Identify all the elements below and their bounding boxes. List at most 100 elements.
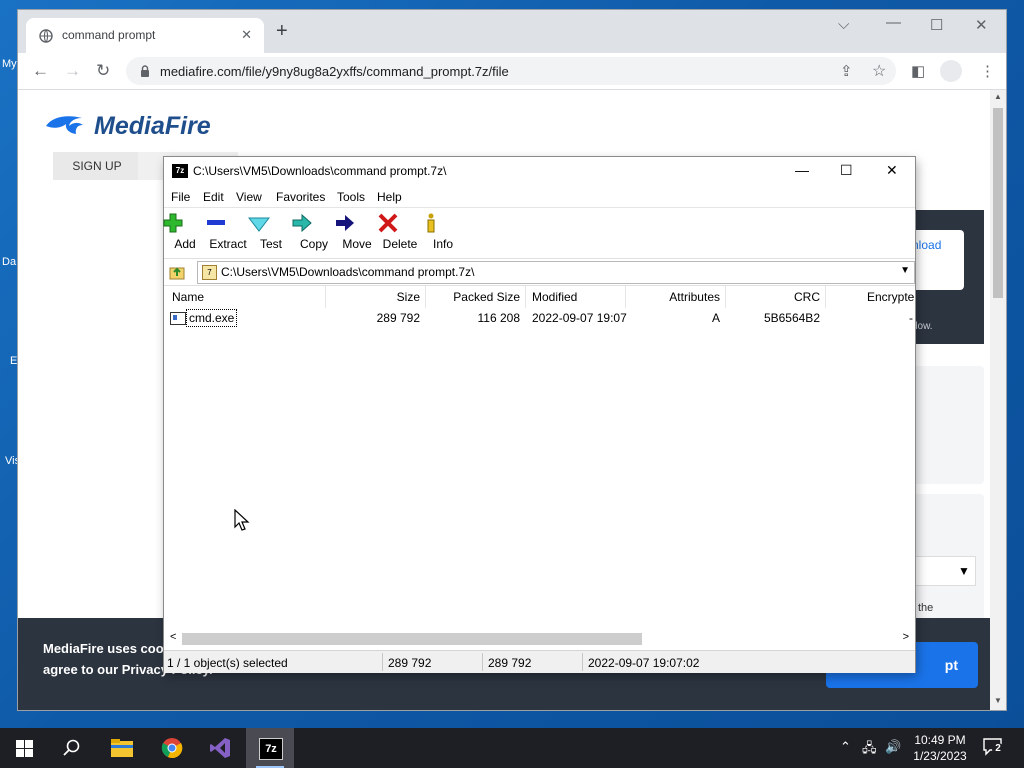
chrome-icon [161, 738, 183, 758]
column-divider[interactable] [725, 286, 726, 308]
download-button-label[interactable]: nload [912, 238, 941, 252]
move-button[interactable]: Move [334, 212, 380, 256]
desktop-icon-label[interactable]: Da [2, 256, 16, 268]
horizontal-scrollbar[interactable]: < > [164, 630, 915, 647]
scrollbar-thumb[interactable] [993, 108, 1003, 298]
column-divider[interactable] [825, 286, 826, 308]
visual-studio-icon [210, 738, 230, 758]
system-clock[interactable]: 10:49 PM 1/23/2023 [900, 732, 980, 764]
file-attributes: A [711, 311, 720, 325]
tool-label: Extract [209, 237, 247, 251]
sign-up-button[interactable]: SIGN UP [53, 152, 141, 180]
path-text[interactable]: C:\Users\VM5\Downloads\command prompt.7z… [221, 265, 474, 279]
7zip-app-icon: 7z [172, 164, 188, 178]
taskbar-7zip[interactable]: 7z [246, 728, 294, 768]
network-icon[interactable]: 🖧 [862, 739, 877, 761]
test-button[interactable]: Test [248, 212, 294, 256]
maximize-icon[interactable]: ☐ [840, 162, 853, 179]
column-name[interactable]: Name [172, 290, 204, 304]
menu-edit[interactable]: Edit [203, 190, 224, 204]
desktop-icon-label[interactable]: E [10, 355, 17, 367]
menu-help[interactable]: Help [377, 190, 402, 204]
7zip-icon: 7z [259, 738, 283, 760]
add-button[interactable]: Add [162, 212, 208, 256]
tool-label: Info [432, 237, 453, 251]
column-size[interactable]: Size [397, 290, 420, 304]
notification-center-icon[interactable]: 2 [983, 738, 1004, 756]
chevron-down-icon[interactable]: ▼ [900, 265, 910, 276]
scroll-right-icon[interactable]: > [903, 631, 909, 643]
url-text[interactable]: mediafire.com/file/y9ny8ug8a2yxffs/comma… [160, 64, 509, 79]
column-divider[interactable] [625, 286, 626, 308]
archive-icon: 7 [202, 265, 217, 280]
column-encrypted[interactable]: Encrypte [867, 290, 914, 304]
table-row[interactable]: cmd.exe 289 792 116 208 2022-09-07 19:07… [164, 308, 915, 328]
mediafire-flame-icon [46, 116, 83, 134]
scrollbar-thumb[interactable] [182, 633, 642, 645]
reload-icon[interactable]: ↻ [96, 61, 110, 81]
column-divider[interactable] [325, 286, 326, 308]
7zip-titlebar[interactable]: 7z C:\Users\VM5\Downloads\command prompt… [164, 157, 915, 187]
7zip-toolbar: Add Extract Test Copy Move Delete Info [162, 207, 915, 258]
profile-avatar[interactable] [940, 60, 962, 82]
desktop-icon-label[interactable]: My [2, 58, 17, 70]
forward-icon[interactable]: → [64, 61, 81, 81]
extract-icon [207, 220, 225, 225]
taskbar-chrome[interactable] [148, 728, 196, 768]
column-modified[interactable]: Modified [532, 290, 577, 304]
status-selected: 1 / 1 object(s) selected [167, 656, 288, 670]
close-window-icon[interactable]: ✕ [975, 16, 988, 34]
info-button[interactable]: Info [420, 212, 466, 256]
share-icon[interactable]: ⇪ [840, 62, 853, 80]
close-icon[interactable]: ✕ [886, 162, 898, 179]
copy-icon [292, 213, 312, 233]
column-attributes[interactable]: Attributes [669, 290, 720, 304]
menu-view[interactable]: View [236, 190, 262, 204]
taskbar-file-explorer[interactable] [98, 728, 146, 768]
page-scrollbar[interactable]: ▲ ▼ [990, 90, 1006, 710]
bookmark-star-icon[interactable]: ☆ [872, 61, 886, 81]
delete-button[interactable]: Delete [377, 212, 423, 256]
tab-search-icon[interactable]: ⌵ [838, 16, 849, 33]
search-icon[interactable] [63, 739, 81, 757]
menu-kebab-icon[interactable]: ⋮ [980, 62, 995, 80]
copy-button[interactable]: Copy [291, 212, 337, 256]
column-crc[interactable]: CRC [794, 290, 820, 304]
status-divider [382, 653, 383, 671]
notification-badge: 2 [992, 743, 1004, 755]
mediafire-logo[interactable]: MediaFire [94, 112, 211, 141]
lock-icon[interactable] [140, 65, 150, 77]
file-name[interactable]: cmd.exe [186, 309, 238, 327]
address-bar[interactable]: mediafire.com/file/y9ny8ug8a2yxffs/comma… [126, 57, 896, 85]
minimize-icon[interactable]: — [886, 14, 901, 31]
scroll-down-icon[interactable]: ▼ [994, 696, 1002, 705]
folder-up-icon[interactable] [169, 264, 185, 280]
windows-start-icon[interactable] [16, 740, 33, 757]
column-divider[interactable] [425, 286, 426, 308]
file-encrypted: - [909, 311, 913, 325]
chevron-up-icon[interactable]: ⌃ [840, 739, 851, 755]
tool-label: Move [342, 237, 372, 251]
menu-file[interactable]: File [171, 190, 190, 204]
back-icon[interactable]: ← [32, 61, 49, 81]
column-packed-size[interactable]: Packed Size [453, 290, 520, 304]
new-tab-button[interactable]: + [276, 21, 288, 41]
test-icon [248, 217, 270, 232]
path-combobox[interactable]: 7 C:\Users\VM5\Downloads\command prompt.… [197, 261, 915, 284]
column-divider[interactable] [525, 286, 526, 308]
tab-close-icon[interactable]: ✕ [241, 27, 252, 43]
chevron-down-icon[interactable]: ▼ [958, 564, 970, 578]
maximize-icon[interactable]: ☐ [930, 16, 943, 34]
scroll-up-icon[interactable]: ▲ [994, 92, 1002, 101]
taskbar-visual-studio[interactable] [196, 728, 244, 768]
menu-favorites[interactable]: Favorites [276, 190, 325, 204]
extract-button[interactable]: Extract [205, 212, 251, 256]
minimize-icon[interactable]: — [795, 162, 809, 178]
file-modified: 2022-09-07 19:07 [532, 311, 627, 325]
tab-command-prompt[interactable]: command prompt ✕ [26, 18, 264, 53]
menu-tools[interactable]: Tools [337, 190, 365, 204]
file-size: 289 792 [376, 311, 420, 325]
side-panel-icon[interactable]: ◧ [911, 62, 925, 80]
volume-icon[interactable]: 🔊 [885, 739, 901, 755]
scroll-left-icon[interactable]: < [170, 631, 176, 643]
